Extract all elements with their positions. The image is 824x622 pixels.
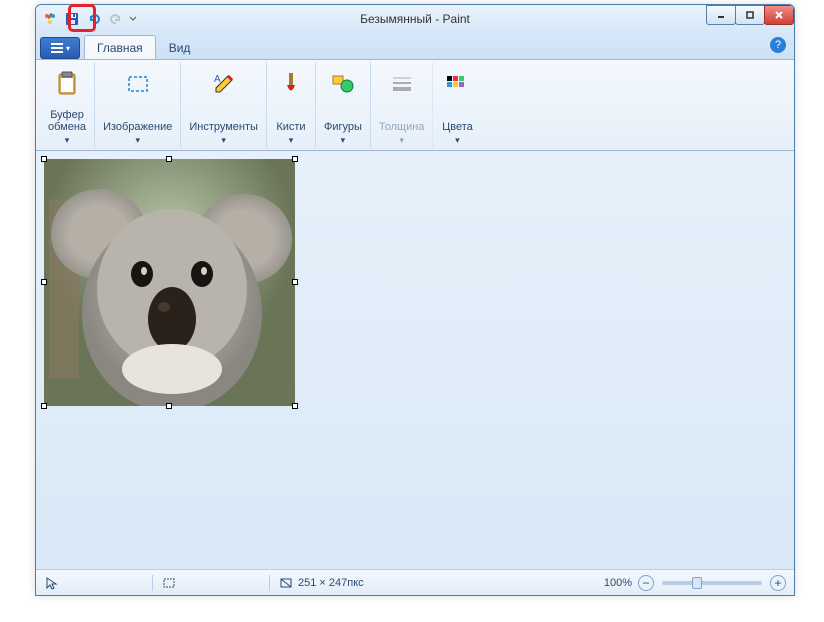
canvas-area[interactable]: [36, 151, 794, 569]
separator: [269, 575, 270, 591]
group-size: Толщина ▾: [371, 62, 434, 148]
redo-button[interactable]: [106, 9, 126, 29]
pencil-icon: A: [208, 68, 240, 100]
group-clipboard[interactable]: Буфер обмена ▾: [40, 62, 95, 148]
window-controls: [707, 5, 794, 25]
shapes-icon: [327, 68, 359, 100]
group-image[interactable]: Изображение ▾: [95, 62, 181, 148]
titlebar: Безымянный - Paint: [36, 5, 794, 33]
zoom-slider-thumb[interactable]: [692, 577, 702, 589]
app-icon: [40, 9, 60, 29]
paint-window: Безымянный - Paint ▾ Главная Вид ? Буфер…: [35, 4, 795, 596]
statusbar: 251 × 247пкс 100% − +: [36, 569, 794, 595]
selection-handle[interactable]: [41, 403, 47, 409]
window-title: Безымянный - Paint: [360, 12, 470, 26]
group-tools[interactable]: A Инструменты ▾: [181, 62, 267, 148]
file-menu-button[interactable]: ▾: [40, 37, 80, 59]
chevron-down-icon: ▾: [341, 135, 346, 146]
group-label: Толщина: [379, 121, 425, 135]
selection-handle[interactable]: [166, 156, 172, 162]
svg-text:A: A: [214, 74, 221, 85]
colors-icon: [441, 68, 473, 100]
zoom-percent: 100%: [604, 577, 632, 589]
zoom-out-button[interactable]: −: [638, 575, 654, 591]
canvas-size-icon: [278, 575, 294, 591]
maximize-button[interactable]: [735, 5, 765, 25]
chevron-down-icon: ▾: [455, 135, 460, 146]
chevron-down-icon: ▾: [65, 135, 70, 146]
cursor-pos-icon: [44, 575, 60, 591]
koala-image: [44, 159, 295, 406]
close-button[interactable]: [764, 5, 794, 25]
chevron-down-icon: ▾: [399, 135, 404, 146]
tab-view[interactable]: Вид: [156, 35, 204, 59]
quick-access-toolbar: [40, 9, 138, 29]
group-label: Цвета: [442, 121, 473, 135]
selection-size-icon: [161, 575, 177, 591]
select-rect-icon: [122, 68, 154, 100]
zoom-slider[interactable]: [662, 581, 762, 585]
help-button[interactable]: ?: [770, 37, 786, 53]
canvas-size: 251 × 247пкс: [298, 577, 364, 589]
group-label: Фигуры: [324, 121, 362, 135]
selection-handle[interactable]: [292, 279, 298, 285]
canvas-image[interactable]: [44, 159, 295, 406]
group-brushes[interactable]: Кисти ▾: [267, 62, 316, 148]
separator: [152, 575, 153, 591]
clipboard-icon: [51, 68, 83, 100]
group-shapes[interactable]: Фигуры ▾: [316, 62, 371, 148]
line-weight-icon: [386, 68, 418, 100]
ribbon: Буфер обмена ▾ Изображение ▾ A Инструмен…: [36, 59, 794, 151]
undo-button[interactable]: [84, 9, 104, 29]
selection-handle[interactable]: [41, 156, 47, 162]
group-colors[interactable]: Цвета ▾: [433, 62, 481, 148]
group-label: Изображение: [103, 121, 172, 135]
zoom-in-button[interactable]: +: [770, 575, 786, 591]
group-label: Инструменты: [189, 121, 258, 135]
tab-main[interactable]: Главная: [84, 35, 156, 59]
selection-handle[interactable]: [41, 279, 47, 285]
save-button[interactable]: [62, 9, 82, 29]
selection-handle[interactable]: [292, 403, 298, 409]
group-label: Кисти: [276, 121, 305, 135]
ribbon-tabs: ▾ Главная Вид ?: [36, 33, 794, 59]
group-label: Буфер обмена: [48, 109, 86, 135]
selection-handle[interactable]: [166, 403, 172, 409]
chevron-down-icon: ▾: [289, 135, 294, 146]
selection-handle[interactable]: [292, 156, 298, 162]
chevron-down-icon: ▾: [135, 135, 140, 146]
brush-icon: [275, 68, 307, 100]
chevron-down-icon: ▾: [221, 135, 226, 146]
qat-dropdown[interactable]: [128, 9, 138, 29]
minimize-button[interactable]: [706, 5, 736, 25]
